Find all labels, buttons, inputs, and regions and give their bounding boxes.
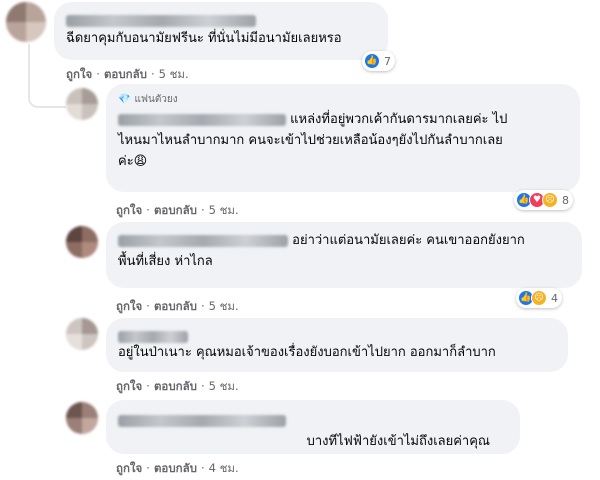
like-button[interactable]: ถูกใจ — [116, 203, 142, 217]
avatar[interactable] — [66, 226, 98, 258]
reply-button[interactable]: ตอบกลับ — [104, 67, 147, 81]
comment-text-line3: ค่ะ😩 — [118, 154, 148, 169]
commenter-name[interactable] — [118, 234, 288, 247]
like-button[interactable]: ถูกใจ — [66, 67, 92, 81]
like-button[interactable]: ถูกใจ — [116, 461, 142, 475]
avatar[interactable] — [66, 402, 98, 434]
commenter-name[interactable] — [66, 14, 256, 27]
comment-actions: ถูกใจ · ตอบกลับ · 5 ชม. — [66, 67, 189, 81]
reaction-count: 7 — [384, 54, 391, 68]
comment-bubble: อย่าว่าแต่อนามัยเลยค่ะ คนเขาออกยังยาก พื… — [106, 222, 582, 288]
reaction-summary[interactable]: 👍 7 — [362, 51, 395, 71]
comment-bubble: บางทีไฟฟ้ายังเข้าไม่ถึงเลยค่าคุณ — [106, 400, 520, 454]
top-fan-badge: 💎 แฟนตัวยง — [118, 94, 178, 105]
like-icon: 👍 — [364, 53, 380, 69]
reaction-summary[interactable]: 👍 ☹ 4 — [516, 288, 562, 308]
reaction-count: 4 — [551, 291, 558, 305]
comment-text-line2: พื้นที่เสี่ยง ห่าไกล — [118, 254, 213, 269]
reply-button[interactable]: ตอบกลับ — [154, 461, 197, 475]
comment-text: ฉีดยาคุมกับอนามัยฟรีนะ ที่นั่นไม่มีอนามั… — [66, 31, 342, 46]
comment-text: บางทีไฟฟ้ายังเข้าไม่ถึงเลยค่าคุณ — [306, 434, 490, 449]
comment-actions: ถูกใจ · ตอบกลับ · 5 ชม. — [116, 203, 239, 217]
reaction-summary[interactable]: 👍 ♥ ☹ 8 — [514, 190, 573, 210]
timestamp[interactable]: 5 ชม. — [159, 67, 189, 81]
avatar[interactable] — [66, 318, 98, 350]
commenter-name[interactable] — [118, 330, 188, 343]
reply-button[interactable]: ตอบกลับ — [154, 379, 197, 393]
comment-bubble: 💎 แฟนตัวยง แหล่งที่อยู่พวกเค้ากันดารมากเ… — [106, 84, 580, 192]
like-button[interactable]: ถูกใจ — [116, 379, 142, 393]
timestamp[interactable]: 5 ชม. — [209, 299, 239, 313]
comment-text-line1: อย่าว่าแต่อนามัยเลยค่ะ คนเขาออกยังยาก — [292, 233, 525, 248]
comment-actions: ถูกใจ · ตอบกลับ · 5 ชม. — [116, 299, 239, 313]
comment-text-line1: แหล่งที่อยู่พวกเค้ากันดารมากเลยค่ะ ไป — [290, 112, 508, 127]
diamond-icon: 💎 — [118, 94, 131, 105]
reply-button[interactable]: ตอบกลับ — [154, 299, 197, 313]
comment-text: อยู่ในป่าเนาะ คุณหมอเจ้าของเรื่องยังบอกเ… — [118, 345, 496, 360]
reply-button[interactable]: ตอบกลับ — [154, 203, 197, 217]
comment-bubble: อยู่ในป่าเนาะ คุณหมอเจ้าของเรื่องยังบอกเ… — [106, 318, 568, 372]
like-button[interactable]: ถูกใจ — [116, 299, 142, 313]
comment-text-line2: ไหนมาไหนลำบากมาก คนจะเข้าไปช่วยเหลือน้อง… — [118, 133, 503, 148]
avatar[interactable] — [6, 2, 46, 42]
timestamp[interactable]: 5 ชม. — [209, 379, 239, 393]
reaction-count: 8 — [562, 193, 569, 207]
commenter-name[interactable] — [118, 113, 286, 126]
avatar[interactable] — [66, 88, 98, 120]
comment-actions: ถูกใจ · ตอบกลับ · 4 ชม. — [116, 461, 239, 475]
timestamp[interactable]: 5 ชม. — [209, 203, 239, 217]
timestamp[interactable]: 4 ชม. — [209, 461, 239, 475]
comment-bubble: ฉีดยาคุมกับอนามัยฟรีนะ ที่นั่นไม่มีอนามั… — [54, 2, 388, 60]
commenter-name[interactable] — [118, 414, 286, 427]
sad-icon: ☹ — [542, 192, 558, 208]
sad-icon: ☹ — [531, 290, 547, 306]
comment-actions: ถูกใจ · ตอบกลับ · 5 ชม. — [116, 379, 239, 393]
